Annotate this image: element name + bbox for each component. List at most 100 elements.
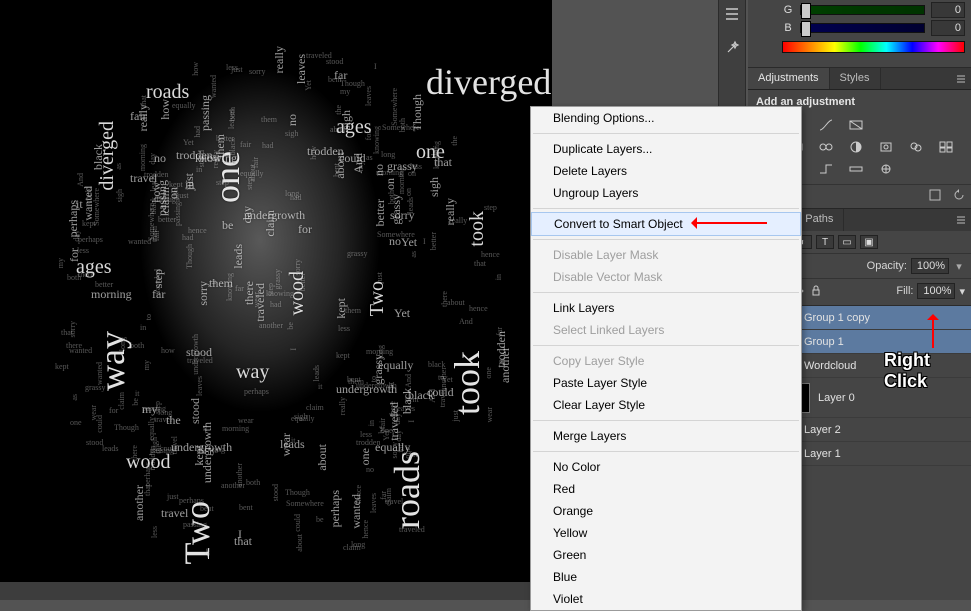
wordcloud-word: morning [222, 424, 249, 433]
wordcloud-word: had [262, 141, 274, 150]
annotation-arrow-right-click [932, 318, 934, 348]
wordcloud-word: had [270, 300, 282, 309]
wordcloud-word: another [259, 321, 283, 330]
wordcloud-word: Yet [442, 375, 453, 384]
menu-item[interactable]: Clear Layer Style [531, 394, 801, 416]
wordcloud-word: the [166, 413, 181, 428]
menu-item[interactable]: Red [531, 478, 801, 500]
lock-all-icon[interactable] [808, 284, 824, 298]
menu-item[interactable]: Blue [531, 566, 801, 588]
wordcloud-word: trodden [144, 170, 168, 179]
wordcloud-word: leads [231, 244, 246, 269]
menu-item[interactable]: Merge Layers [531, 425, 801, 447]
tab-styles[interactable]: Styles [830, 68, 881, 89]
exposure-icon[interactable] [846, 117, 866, 133]
layers-panel-menu-icon[interactable] [951, 209, 971, 231]
wordcloud-word: wanted [128, 237, 151, 246]
hue-ramp[interactable] [782, 41, 965, 53]
wordcloud-word: them [209, 276, 233, 291]
layer-context-menu[interactable]: Blending Options... Duplicate Layers...De… [530, 106, 802, 611]
fill-value[interactable]: 100% [917, 283, 955, 299]
wordcloud-word: that [139, 95, 148, 107]
wordcloud-word: no [366, 465, 374, 474]
filter-type-icon[interactable]: T [816, 235, 834, 249]
selective-color-icon[interactable] [876, 161, 896, 177]
curves-icon[interactable] [816, 117, 836, 133]
wordcloud-word: way [236, 361, 269, 384]
color-g-value[interactable]: 0 [931, 2, 965, 18]
adj-reset-icon[interactable] [953, 189, 965, 204]
black-white-icon[interactable] [846, 139, 866, 155]
menu-item[interactable]: Ungroup Layers [531, 182, 801, 204]
wordcloud-word: claim [117, 392, 126, 410]
color-g-slider[interactable] [800, 5, 925, 15]
wordcloud-word: stood [271, 484, 280, 501]
menu-item[interactable]: Duplicate Layers... [531, 138, 801, 160]
color-lookup-icon[interactable] [936, 139, 956, 155]
threshold-icon[interactable] [816, 161, 836, 177]
menu-item[interactable]: Violet [531, 588, 801, 610]
layer-name[interactable]: Group 1 copy [804, 312, 870, 324]
menu-separator [533, 208, 799, 209]
adj-expand-icon[interactable] [929, 189, 941, 204]
wordcloud-word: really [136, 104, 151, 131]
wordcloud-art: oneTwoagestookwaywoodroadsdivergedoneTwo… [0, 0, 552, 582]
panel-menu-icon[interactable] [951, 68, 971, 89]
wordcloud-word: Somewhere [92, 188, 101, 226]
wordcloud-word: sigh [294, 412, 307, 421]
filter-smart-icon[interactable]: ▣ [860, 235, 878, 249]
menu-item[interactable]: Orange [531, 500, 801, 522]
menu-item[interactable]: Green [531, 544, 801, 566]
wordcloud-word: really [338, 397, 347, 415]
color-b-value[interactable]: 0 [931, 20, 965, 36]
wordcloud-word: perhaps [244, 387, 269, 396]
wordcloud-word: less [338, 324, 350, 333]
gradient-map-icon[interactable] [846, 161, 866, 177]
fill-chevron-icon[interactable]: ▾ [959, 285, 965, 298]
color-b-slider[interactable] [800, 23, 925, 33]
color-panel[interactable]: G 0 B 0 [748, 0, 971, 68]
layer-name[interactable]: Layer 0 [818, 392, 855, 404]
channel-mixer-icon[interactable] [906, 139, 926, 155]
wordcloud-word: step [484, 203, 497, 212]
wordcloud-word: hence [361, 520, 370, 539]
magic-wand-icon[interactable] [722, 38, 742, 58]
menu-item[interactable]: Delete Layers [531, 160, 801, 182]
wordcloud-word: just [182, 173, 197, 190]
tab-adjustments[interactable]: Adjustments [748, 68, 830, 89]
opacity-value[interactable]: 100% [911, 258, 949, 274]
wordcloud-word: to [144, 314, 153, 320]
wordcloud-word: in [494, 274, 503, 280]
wordcloud-word: both [130, 341, 144, 350]
menu-item[interactable]: Link Layers [531, 297, 801, 319]
wordcloud-word: another [498, 347, 513, 383]
wordcloud-word: as [70, 394, 79, 401]
wordcloud-word: sigh [115, 189, 124, 202]
color-balance-icon[interactable] [816, 139, 836, 155]
menu-item[interactable]: Paste Layer Style [531, 372, 801, 394]
filter-shape-icon[interactable]: ▭ [838, 235, 856, 249]
wordcloud-word: perhaps [78, 235, 103, 244]
wordcloud-word: morning [138, 144, 147, 171]
wordcloud-word: kept [336, 351, 350, 360]
layer-name[interactable]: Wordcloud [804, 360, 856, 372]
tab-paths[interactable]: Paths [795, 209, 844, 231]
layer-name[interactable]: Group 1 [804, 336, 844, 348]
menu-item[interactable]: Convert to Smart Object [531, 212, 801, 236]
wordcloud-word: trodden [176, 148, 213, 163]
menu-item[interactable]: Yellow [531, 522, 801, 544]
wordcloud-word: as [366, 153, 373, 162]
menu-item[interactable]: No Color [531, 456, 801, 478]
wordcloud-word: leads [312, 365, 321, 381]
photo-filter-icon[interactable] [876, 139, 896, 155]
opacity-chevron-icon[interactable]: ▾ [953, 260, 965, 273]
wordcloud-word: I [423, 237, 426, 246]
layer-name[interactable]: Layer 1 [804, 448, 841, 460]
hsb-strip-control[interactable] [722, 4, 742, 24]
menu-item[interactable]: Blending Options... [531, 107, 801, 129]
menu-separator [533, 420, 799, 421]
document-canvas[interactable]: oneTwoagestookwaywoodroadsdivergedoneTwo… [0, 0, 552, 600]
layer-name[interactable]: Layer 2 [804, 424, 841, 436]
wordcloud-word: better [158, 215, 176, 224]
wordcloud-word: it [135, 389, 139, 398]
